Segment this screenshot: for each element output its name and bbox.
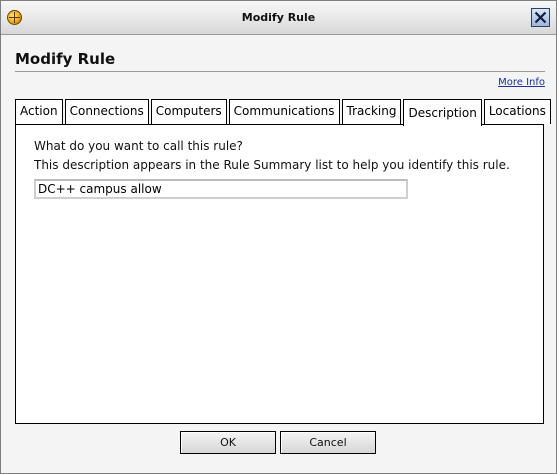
title-bar[interactable]: Modify Rule	[1, 1, 556, 35]
modify-rule-window: Modify Rule Modify Rule More Info Action…	[0, 0, 557, 474]
close-icon	[534, 11, 547, 24]
rule-name-help-text: This description appears in the Rule Sum…	[34, 158, 510, 172]
more-info-link[interactable]: More Info	[498, 77, 545, 88]
close-button[interactable]	[531, 8, 550, 27]
tab-action[interactable]: Action	[15, 99, 63, 124]
tab-communications[interactable]: Communications	[228, 99, 340, 124]
ok-button[interactable]: OK	[180, 431, 276, 454]
tab-connections[interactable]: Connections	[64, 99, 149, 124]
rule-name-prompt: What do you want to call this rule?	[34, 139, 243, 153]
cancel-button[interactable]: Cancel	[280, 431, 376, 454]
window-title: Modify Rule	[241, 11, 316, 24]
description-panel: What do you want to call this rule? This…	[15, 124, 544, 424]
tab-computers[interactable]: Computers	[150, 99, 227, 124]
tab-tracking[interactable]: Tracking	[341, 99, 402, 124]
rule-name-input[interactable]	[34, 179, 408, 199]
dialog-heading: Modify Rule	[15, 50, 116, 68]
tab-description[interactable]: Description	[403, 99, 482, 126]
tab-locations[interactable]: Locations	[483, 99, 551, 124]
heading-divider	[15, 71, 545, 72]
tab-strip: Action Connections Computers Communicati…	[15, 99, 553, 126]
